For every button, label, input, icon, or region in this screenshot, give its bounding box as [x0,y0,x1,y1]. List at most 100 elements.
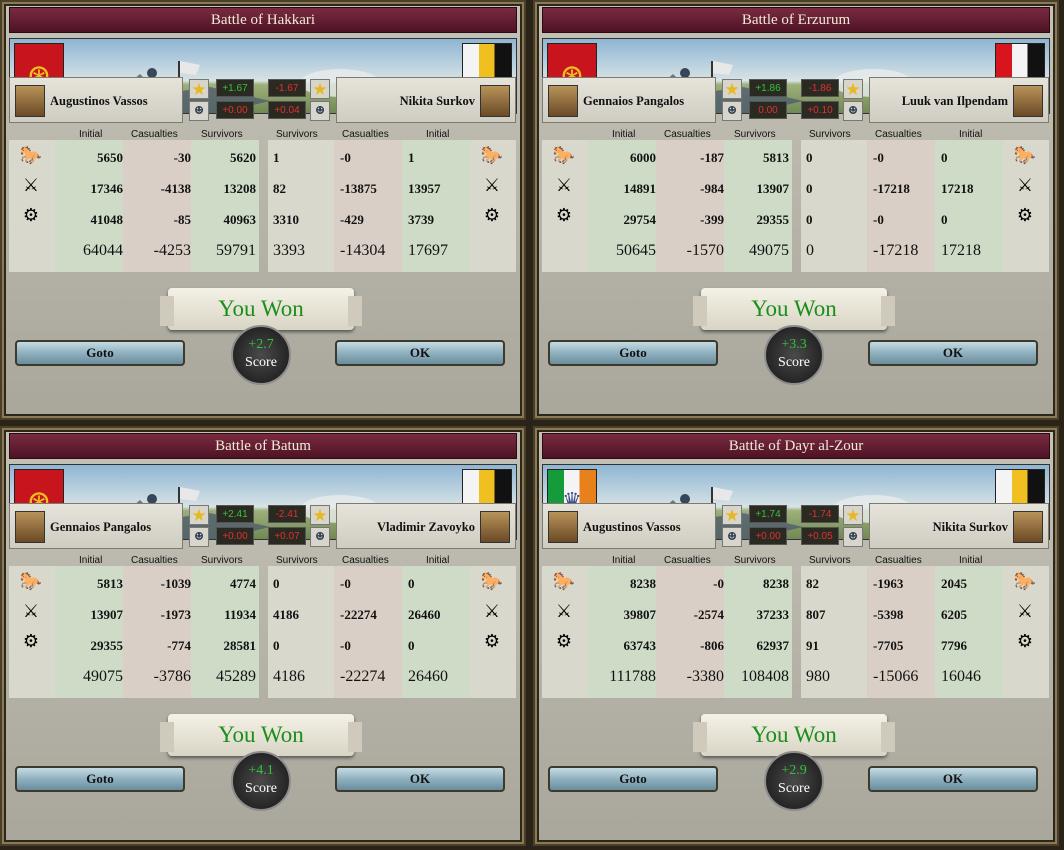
cell-casualties: -0 [340,576,351,591]
cavalry-icon: ⚔ [483,601,501,622]
cell-survivors: 4774 [230,576,256,591]
infantry-icon: 🐎 [552,145,576,166]
total-survivors: 59791 [216,242,256,259]
cell-initial: 41048 [90,212,124,227]
commander-portrait [480,85,510,117]
cell-initial: 1 [408,150,415,165]
header-initial: Initial [426,129,450,140]
ok-button[interactable]: OK [868,766,1038,792]
cell-survivors: 62937 [756,638,790,653]
header-casualties: Casualties [664,555,711,566]
cell-initial: 29754 [623,212,657,227]
cell-initial: 13907 [90,607,124,622]
cavalry-icon: ⚔ [483,175,501,196]
cell-casualties: -0 [873,150,884,165]
cell-survivors: 91 [806,638,819,653]
defender-adv-value: +0.07 [268,527,306,545]
cavalry-icon: ⚔ [555,175,573,196]
cell-initial: 14891 [623,181,657,196]
header-survivors: Survivors [734,129,776,140]
defender-star-value: -1.67 [268,79,306,97]
total-survivors: 4186 [273,668,305,685]
cell-survivors: 11934 [224,607,256,622]
cell-survivors: 0 [273,638,280,653]
cell-casualties: -7705 [873,638,904,653]
header-survivors: Survivors [276,555,318,566]
defender-star-value: -2.41 [268,505,306,523]
star-icon: ★ [722,79,742,100]
artillery-icon: ⚙ [22,631,40,652]
score-value: +2.9 [781,763,807,778]
goto-button[interactable]: Goto [548,340,718,366]
cell-casualties: -85 [173,212,191,227]
defender-table: Survivors Casualties Initial 🐎 ⚔ ⚙ 0 -0 … [268,555,516,702]
header-survivors: Survivors [809,129,851,140]
cell-survivors: 3310 [273,212,299,227]
cell-survivors: 40963 [223,212,257,227]
commander-portrait [548,85,578,117]
cell-casualties: -806 [700,638,724,653]
cell-initial: 6205 [941,607,967,622]
commander-name: Gennaios Pangalos [583,94,685,108]
advisor-icon: ☻ [722,101,742,121]
cell-survivors: 0 [806,181,813,196]
commander-portrait [1013,85,1043,117]
attacker-adv-value: +0.00 [216,101,254,119]
cell-casualties: -0 [340,150,351,165]
attacker-table: Initial Casualties Survivors 🐎 ⚔ ⚙ 8238 … [542,555,792,702]
cavalry-icon: ⚔ [22,601,40,622]
goto-button[interactable]: Goto [548,766,718,792]
cell-casualties: -399 [700,212,724,227]
total-casualties: -1570 [686,242,724,259]
attacker-adv-value: 0.00 [749,101,787,119]
cell-survivors: 82 [806,576,819,591]
cell-initial: 2045 [941,576,967,591]
star-icon: ★ [310,79,330,100]
cell-casualties: -4138 [160,181,191,196]
score-badge: +4.1 Score [231,751,291,811]
attacker-star-value: +1.86 [749,79,787,97]
defender-star-value: -1.74 [801,505,839,523]
commander-name: Nikita Surkov [399,94,475,108]
cell-casualties: -30 [173,150,191,165]
cell-casualties: -0 [340,638,351,653]
score-value: +3.3 [781,337,807,352]
defender-adv-value: +0.05 [801,527,839,545]
defender-table: Survivors Casualties Initial 🐎 ⚔ ⚙ 1 -0 … [268,129,516,276]
cell-casualties: -1973 [160,607,191,622]
cell-casualties: -5398 [873,607,904,622]
goto-button[interactable]: Goto [15,340,185,366]
total-casualties: -17218 [873,242,919,259]
attacker-table: Initial Casualties Survivors 🐎 ⚔ ⚙ 5650 … [9,129,259,276]
attacker-star-value: +2.41 [216,505,254,523]
defender-star-value: -1.86 [801,79,839,97]
star-icon: ★ [310,505,330,526]
advisor-icon: ☻ [722,527,742,547]
artillery-icon: ⚙ [555,631,573,652]
result-banner: You Won [693,714,895,756]
ok-button[interactable]: OK [335,340,505,366]
header-casualties: Casualties [875,129,922,140]
star-icon: ★ [843,505,863,526]
defender-table: Survivors Casualties Initial 🐎 ⚔ ⚙ 0 -0 … [801,129,1049,276]
total-survivors: 45289 [216,668,256,685]
ok-button[interactable]: OK [335,766,505,792]
cell-survivors: 0 [273,576,280,591]
cell-initial: 3739 [408,212,434,227]
header-survivors: Survivors [201,555,243,566]
cell-casualties: -774 [167,638,191,653]
cell-survivors: 82 [273,181,286,196]
battle-panel-1: Battle of Hakkari ⊛ Augustinos Vassos ★ … [0,0,526,420]
goto-button[interactable]: Goto [15,766,185,792]
artillery-icon: ⚙ [483,631,501,652]
ok-button[interactable]: OK [868,340,1038,366]
battle-title: Battle of Erzurum [542,7,1050,33]
cell-initial: 39807 [623,607,657,622]
defender-adv-value: +0.10 [801,101,839,119]
header-casualties: Casualties [131,555,178,566]
battle-panel-4: Battle of Dayr al-Zour ♛ Augustinos Vass… [533,426,1059,846]
cell-survivors: 8238 [763,576,789,591]
cell-survivors: 4186 [273,607,299,622]
advisor-icon: ☻ [843,527,863,547]
cell-casualties: -429 [340,212,364,227]
